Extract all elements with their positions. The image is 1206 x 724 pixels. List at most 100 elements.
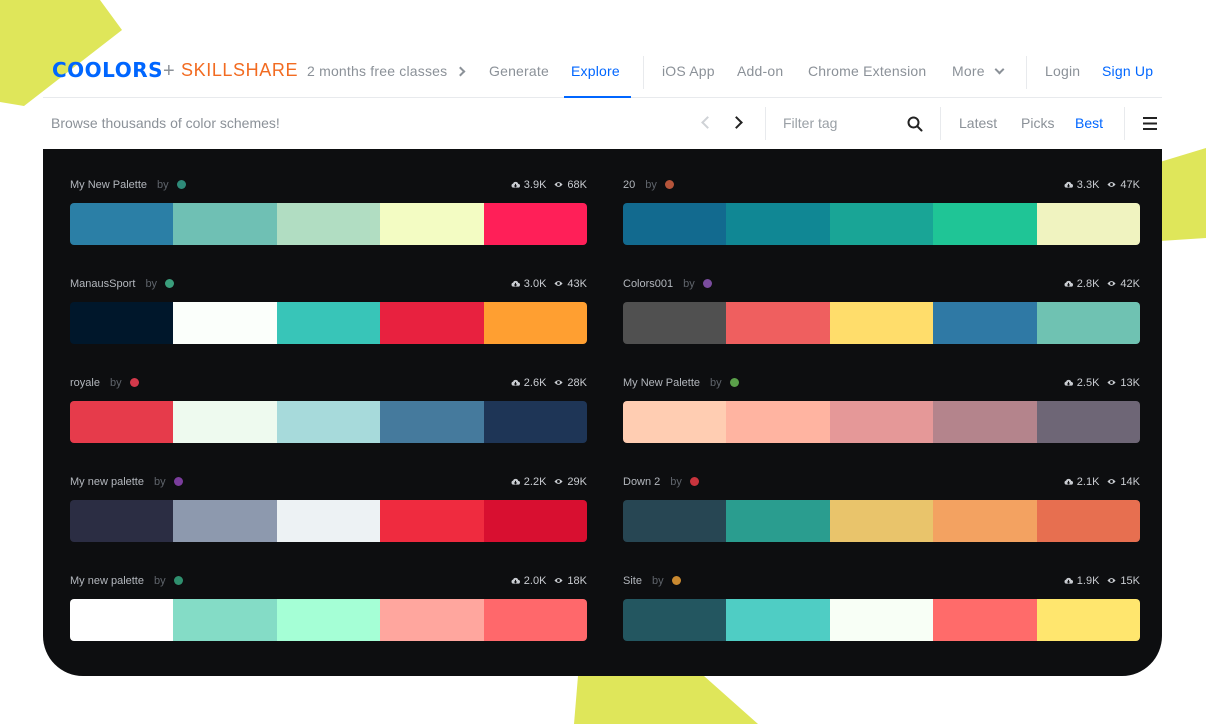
color-swatch[interactable] bbox=[173, 203, 277, 245]
color-swatch[interactable] bbox=[276, 599, 381, 641]
signup-link[interactable]: Sign Up bbox=[1102, 63, 1153, 79]
color-swatch[interactable] bbox=[483, 302, 587, 344]
nav-addon[interactable]: Add-on bbox=[737, 63, 783, 79]
author-avatar[interactable] bbox=[729, 378, 739, 387]
color-swatch[interactable] bbox=[726, 500, 830, 542]
author-avatar[interactable] bbox=[129, 378, 139, 387]
palette-name[interactable]: My New Palette bbox=[623, 377, 700, 389]
color-swatch[interactable] bbox=[173, 302, 277, 344]
color-swatch[interactable] bbox=[276, 401, 381, 443]
save-icon[interactable] bbox=[511, 575, 524, 587]
color-swatch[interactable] bbox=[933, 599, 1037, 641]
author-avatar[interactable] bbox=[671, 576, 681, 585]
palette-card[interactable]: Site by 1.9K 15K bbox=[623, 575, 1140, 641]
color-swatch[interactable] bbox=[380, 500, 484, 542]
palette-name[interactable]: Site bbox=[623, 575, 642, 587]
color-swatch[interactable] bbox=[623, 500, 727, 542]
palette-card[interactable]: Colors001 by 2.8K 42K bbox=[623, 278, 1140, 344]
color-swatch[interactable] bbox=[1036, 203, 1140, 245]
palette-name[interactable]: My new palette bbox=[70, 476, 144, 488]
save-icon[interactable] bbox=[511, 278, 524, 290]
color-swatch[interactable] bbox=[173, 401, 277, 443]
palette-name[interactable]: Colors001 bbox=[623, 278, 673, 290]
color-swatch[interactable] bbox=[933, 203, 1037, 245]
search-icon[interactable] bbox=[907, 116, 923, 137]
color-swatch[interactable] bbox=[1036, 401, 1140, 443]
save-icon[interactable] bbox=[1064, 278, 1077, 290]
sort-picks[interactable]: Picks bbox=[1021, 115, 1054, 131]
palette-swatches[interactable] bbox=[623, 401, 1140, 443]
author-avatar[interactable] bbox=[165, 279, 175, 288]
login-link[interactable]: Login bbox=[1045, 63, 1080, 79]
color-swatch[interactable] bbox=[380, 203, 484, 245]
palette-card[interactable]: ManausSport by 3.0K 43K bbox=[70, 278, 587, 344]
skillshare-logo[interactable]: SKILLSHARE bbox=[181, 60, 298, 81]
palette-name[interactable]: royale bbox=[70, 377, 100, 389]
nav-generate[interactable]: Generate bbox=[489, 63, 549, 79]
palette-swatches[interactable] bbox=[70, 302, 587, 344]
color-swatch[interactable] bbox=[829, 599, 934, 641]
palette-card[interactable]: My New Palette by 3.9K 68K bbox=[70, 179, 587, 245]
color-swatch[interactable] bbox=[483, 401, 587, 443]
color-swatch[interactable] bbox=[1036, 500, 1140, 542]
author-avatar[interactable] bbox=[664, 180, 674, 189]
color-swatch[interactable] bbox=[276, 302, 381, 344]
color-swatch[interactable] bbox=[70, 599, 174, 641]
color-swatch[interactable] bbox=[276, 203, 381, 245]
filter-tag-input[interactable]: Filter tag bbox=[783, 115, 837, 131]
promo-link[interactable]: 2 months free classes bbox=[307, 63, 466, 79]
color-swatch[interactable] bbox=[623, 599, 727, 641]
palette-swatches[interactable] bbox=[70, 599, 587, 641]
palette-card[interactable]: royale by 2.6K 28K bbox=[70, 377, 587, 443]
color-swatch[interactable] bbox=[623, 302, 727, 344]
color-swatch[interactable] bbox=[623, 203, 727, 245]
palette-swatches[interactable] bbox=[623, 302, 1140, 344]
save-icon[interactable] bbox=[1064, 476, 1077, 488]
nav-chrome-extension[interactable]: Chrome Extension bbox=[808, 63, 926, 79]
color-swatch[interactable] bbox=[726, 401, 830, 443]
color-swatch[interactable] bbox=[1036, 302, 1140, 344]
nav-more[interactable]: More bbox=[952, 63, 1005, 79]
color-swatch[interactable] bbox=[726, 302, 830, 344]
color-swatch[interactable] bbox=[829, 302, 934, 344]
color-swatch[interactable] bbox=[933, 401, 1037, 443]
palette-swatches[interactable] bbox=[70, 500, 587, 542]
nav-explore[interactable]: Explore bbox=[571, 63, 620, 79]
next-page-icon[interactable] bbox=[730, 116, 743, 129]
palette-card[interactable]: Down 2 by 2.1K 14K bbox=[623, 476, 1140, 542]
save-icon[interactable] bbox=[1064, 575, 1077, 587]
author-avatar[interactable] bbox=[176, 180, 186, 189]
color-swatch[interactable] bbox=[829, 401, 934, 443]
palette-card[interactable]: My new palette by 2.0K 18K bbox=[70, 575, 587, 641]
author-avatar[interactable] bbox=[702, 279, 712, 288]
author-avatar[interactable] bbox=[689, 477, 699, 486]
color-swatch[interactable] bbox=[483, 500, 587, 542]
coolors-logo[interactable]: COOLORS bbox=[52, 58, 163, 82]
color-swatch[interactable] bbox=[726, 599, 830, 641]
color-swatch[interactable] bbox=[276, 500, 381, 542]
save-icon[interactable] bbox=[511, 377, 524, 389]
color-swatch[interactable] bbox=[623, 401, 727, 443]
color-swatch[interactable] bbox=[70, 401, 174, 443]
color-swatch[interactable] bbox=[70, 302, 174, 344]
save-icon[interactable] bbox=[511, 179, 524, 191]
color-swatch[interactable] bbox=[933, 500, 1037, 542]
save-icon[interactable] bbox=[1064, 377, 1077, 389]
color-swatch[interactable] bbox=[829, 500, 934, 542]
palette-name[interactable]: 20 bbox=[623, 179, 635, 191]
color-swatch[interactable] bbox=[173, 599, 277, 641]
sort-best[interactable]: Best bbox=[1075, 115, 1103, 131]
color-swatch[interactable] bbox=[483, 203, 587, 245]
color-swatch[interactable] bbox=[933, 302, 1037, 344]
palette-card[interactable]: 20 by 3.3K 47K bbox=[623, 179, 1140, 245]
palette-name[interactable]: My New Palette bbox=[70, 179, 147, 191]
color-swatch[interactable] bbox=[70, 500, 174, 542]
palette-card[interactable]: My new palette by 2.2K 29K bbox=[70, 476, 587, 542]
nav-ios-app[interactable]: iOS App bbox=[662, 63, 715, 79]
palette-swatches[interactable] bbox=[70, 203, 587, 245]
palette-swatches[interactable] bbox=[623, 500, 1140, 542]
palette-name[interactable]: My new palette bbox=[70, 575, 144, 587]
palette-name[interactable]: Down 2 bbox=[623, 476, 660, 488]
color-swatch[interactable] bbox=[483, 599, 587, 641]
color-swatch[interactable] bbox=[380, 599, 484, 641]
